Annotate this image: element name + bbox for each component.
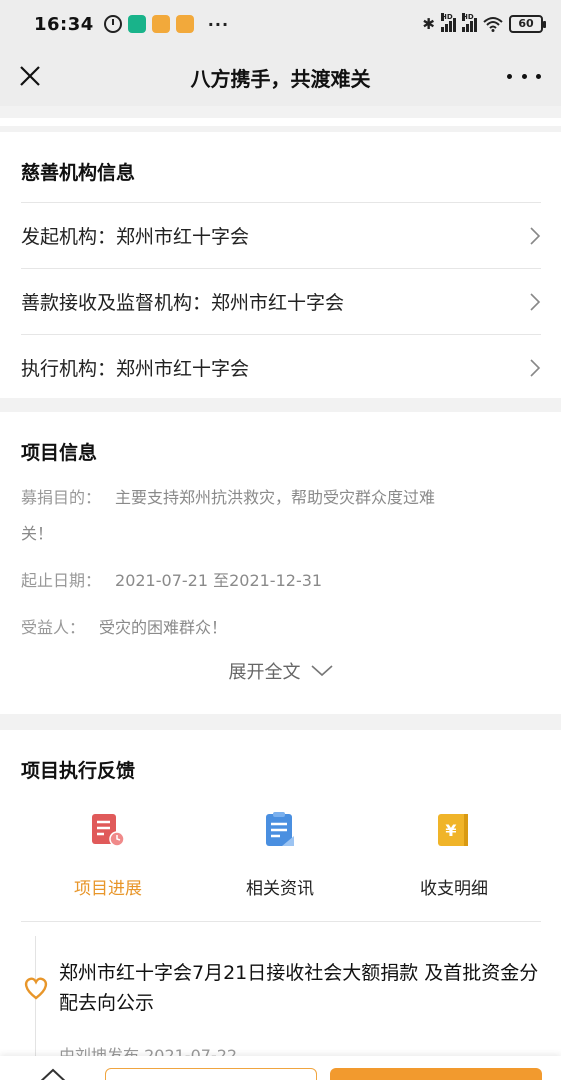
purpose-line: 募捐目的： 主要支持郑州抗洪救灾，帮助受灾群众度过难 (21, 480, 531, 516)
page-title: 八方携手，共渡难关 (190, 66, 371, 91)
close-icon[interactable] (16, 62, 44, 90)
chevron-right-icon (530, 359, 541, 377)
date-value: 2021-07-21 至2021-12-31 (115, 571, 323, 590)
date-line: 起止日期： 2021-07-21 至2021-12-31 (21, 563, 531, 599)
feedback-tabs: 项目进展 相关资讯 ¥ 收支明细 (0, 810, 561, 920)
signal-icon: HD (462, 13, 477, 32)
signal-label: HD (441, 13, 453, 21)
tab-label: 项目进展 (74, 879, 142, 899)
title-bar: 八方携手，共渡难关 (0, 48, 561, 106)
previous-card-bottom (0, 118, 561, 126)
org-row-label: 善款接收及监督机构：郑州市红十字会 (21, 292, 345, 314)
expand-full-text-button[interactable]: 展开全文 (0, 658, 561, 684)
org-row-initiator[interactable]: 发起机构：郑州市红十字会 (21, 202, 541, 268)
primary-action-button[interactable] (330, 1068, 542, 1080)
tab-finance[interactable]: ¥ 收支明细 (384, 810, 524, 899)
org-row-label: 执行机构：郑州市红十字会 (21, 358, 250, 380)
app-notification-icon (175, 15, 194, 33)
chevron-down-icon (310, 665, 333, 677)
more-notifications-icon: ··· (207, 14, 230, 34)
project-feedback-card: 项目执行反馈 项目进展 相关资讯 ¥ 收支明细 郑州市红十字会7月21日接收社会… (0, 730, 561, 1080)
section-title: 项目执行反馈 (21, 760, 136, 782)
battery-icon: 60 (509, 15, 546, 33)
home-icon[interactable] (36, 1066, 70, 1080)
status-bar: 16:34 ··· ✱ HD HD 60 (0, 0, 561, 48)
heart-icon (24, 977, 48, 1000)
purpose-label: 募捐目的： (21, 488, 102, 507)
date-label: 起止日期： (21, 571, 102, 590)
bluetooth-icon: ✱ (422, 15, 435, 33)
beneficiary-label: 受益人： (21, 618, 86, 637)
org-row-label: 发起机构：郑州市红十字会 (21, 226, 250, 248)
secondary-action-button[interactable] (105, 1068, 317, 1080)
org-row-receiver[interactable]: 善款接收及监督机构：郑州市红十字会 (21, 268, 541, 334)
purpose-line-continued: 关！ (21, 516, 531, 552)
section-title: 慈善机构信息 (21, 162, 136, 184)
news-icon (266, 812, 294, 846)
divider (21, 921, 541, 922)
charity-info-card: 慈善机构信息 发起机构：郑州市红十字会 善款接收及监督机构：郑州市红十字会 执行… (0, 132, 561, 398)
signal-label: HD (462, 13, 474, 21)
chevron-right-icon (530, 227, 541, 245)
purpose-value-continued: 关！ (21, 524, 54, 543)
signal-icon: HD (441, 13, 456, 32)
beneficiary-value: 受灾的困难群众！ (99, 618, 228, 637)
app-notification-icon (127, 15, 146, 33)
tab-progress[interactable]: 项目进展 (38, 810, 178, 899)
status-right-icons: ✱ HD HD 60 (422, 13, 546, 33)
app-notification-icon (151, 15, 170, 33)
progress-icon (92, 814, 125, 847)
finance-icon: ¥ (438, 814, 468, 846)
alarm-icon (103, 15, 122, 33)
wifi-icon (483, 17, 503, 32)
purpose-value: 主要支持郑州抗洪救灾，帮助受灾群众度过难 (115, 488, 436, 507)
news-item-title[interactable]: 郑州市红十字会7月21日接收社会大额捐款 及首批资金分配去向公示 (59, 958, 539, 1018)
beneficiary-line: 受益人： 受灾的困难群众！ (21, 610, 531, 646)
tab-label: 相关资讯 (246, 879, 314, 899)
org-row-executor[interactable]: 执行机构：郑州市红十字会 (21, 334, 541, 400)
tab-label: 收支明细 (420, 879, 488, 899)
status-time: 16:34 (34, 13, 94, 35)
chevron-right-icon (530, 293, 541, 311)
status-notification-icons: ··· (103, 14, 230, 34)
more-options-icon[interactable] (507, 62, 541, 90)
section-title: 项目信息 (21, 442, 98, 464)
tab-news[interactable]: 相关资讯 (210, 810, 350, 899)
bottom-action-bar (0, 1056, 561, 1080)
project-info-card: 项目信息 募捐目的： 主要支持郑州抗洪救灾，帮助受灾群众度过难 关！ 起止日期： 2… (0, 412, 561, 714)
expand-label: 展开全文 (228, 662, 301, 683)
svg-text:¥: ¥ (445, 821, 456, 840)
